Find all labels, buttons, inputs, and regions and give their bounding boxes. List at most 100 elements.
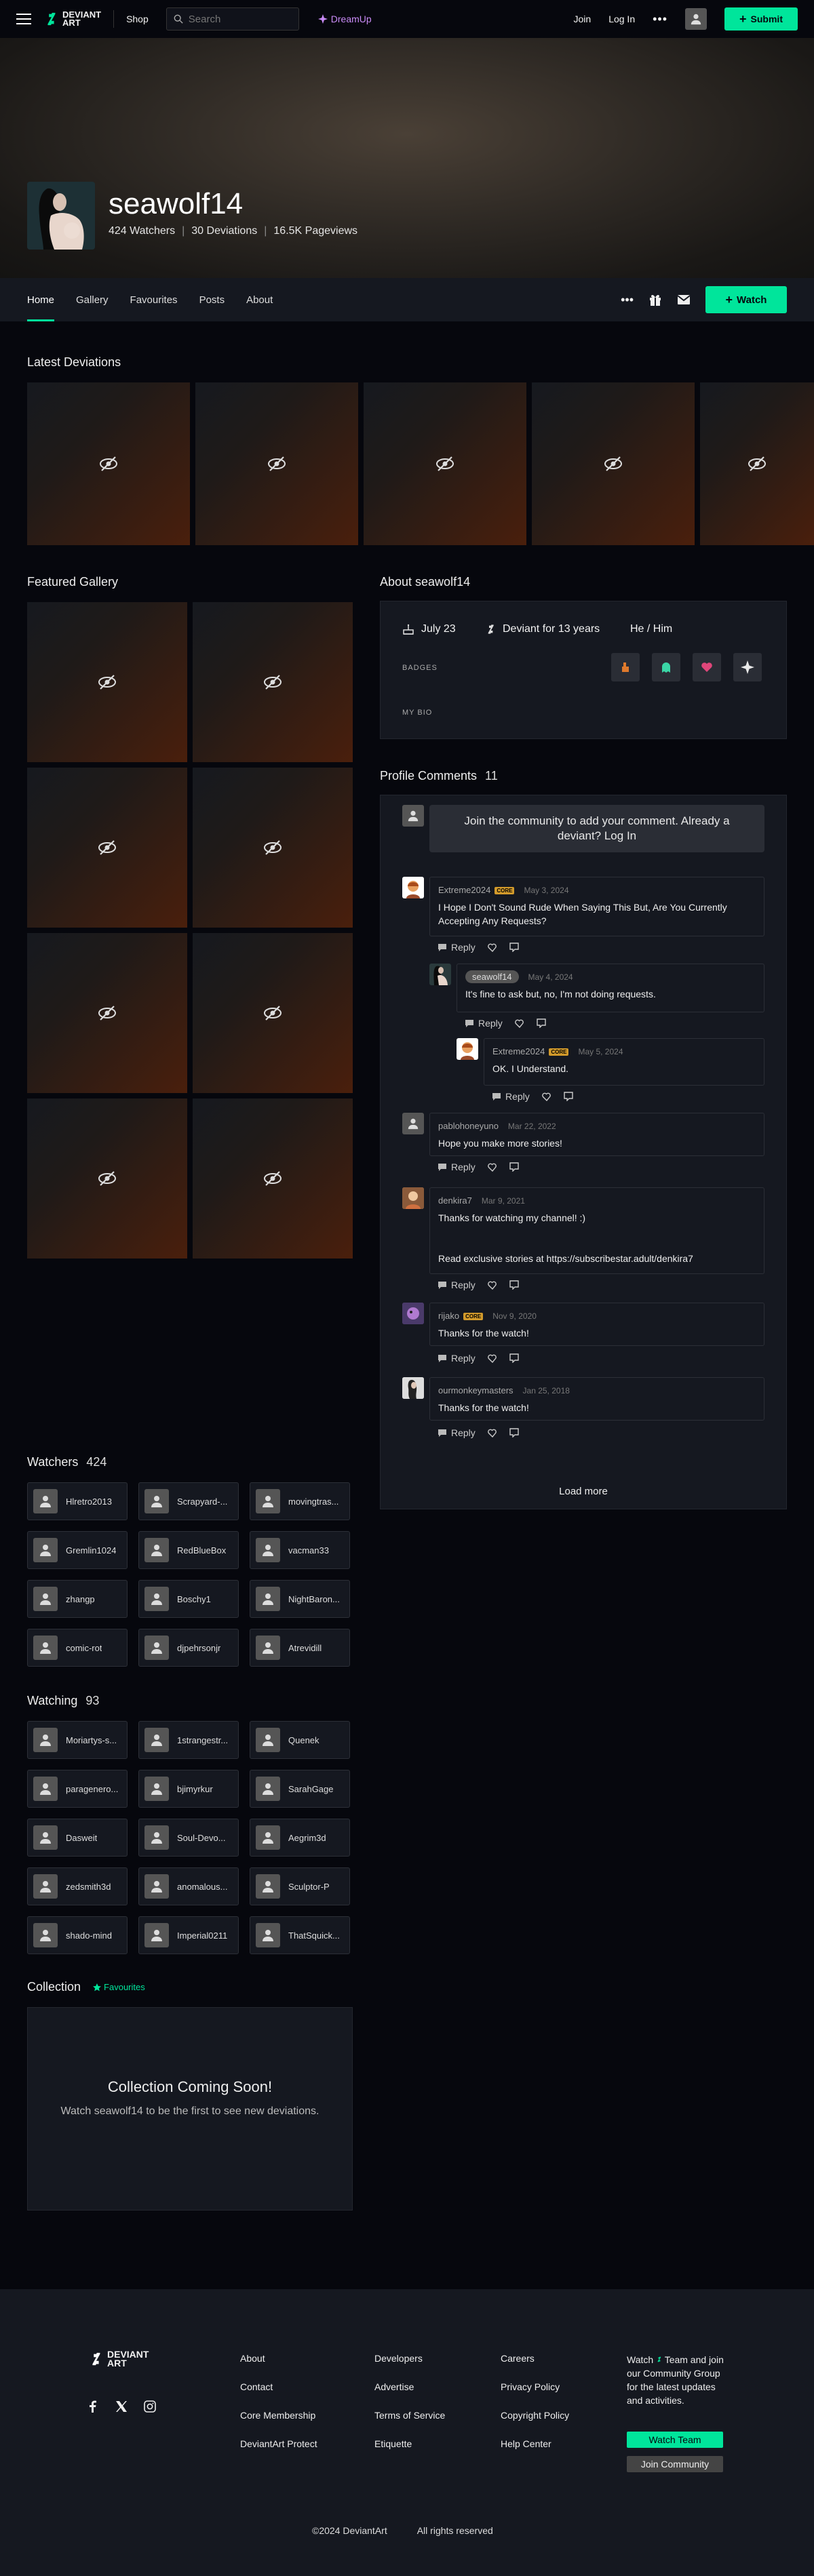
featured-gallery-thumb[interactable] [193,768,353,928]
latest-deviation-thumb[interactable] [364,382,526,545]
user-card[interactable]: djpehrsonjr [138,1629,239,1667]
footer-link-copyright[interactable]: Copyright Policy [501,2410,569,2421]
search-box[interactable] [166,7,299,31]
user-card[interactable]: zhangp [27,1580,128,1618]
footer-link-contact[interactable]: Contact [240,2381,317,2392]
reply-button[interactable]: Reply [438,1280,476,1290]
user-card[interactable]: Sculptor-P [250,1867,350,1905]
featured-gallery-thumb[interactable] [27,933,187,1093]
comment-author[interactable]: denkira7 [438,1195,472,1206]
user-card[interactable]: Scrapyard-... [138,1482,239,1520]
comment-date[interactable]: May 5, 2024 [578,1047,623,1056]
latest-deviation-thumb[interactable] [27,382,190,545]
comment-author[interactable]: ourmonkeymasters [438,1385,513,1395]
comment-date[interactable]: May 4, 2024 [528,972,573,982]
submit-button[interactable]: + Submit [724,7,798,31]
reply-button[interactable]: Reply [438,1162,476,1172]
footer-link-developers[interactable]: Developers [374,2353,445,2364]
user-card[interactable]: RedBlueBox [138,1531,239,1569]
featured-gallery-thumb[interactable] [27,768,187,928]
user-card[interactable]: Gremlin1024 [27,1531,128,1569]
user-card[interactable]: SarahGage [250,1770,350,1808]
deviantart-logo[interactable]: DEVIANT ART [43,10,101,27]
gift-icon[interactable] [648,293,662,306]
shop-link[interactable]: Shop [126,14,149,24]
mail-icon[interactable] [677,294,691,305]
footer-link-core-membership[interactable]: Core Membership [240,2410,317,2421]
commenter-avatar[interactable] [457,1038,478,1060]
reaction-icon[interactable] [509,1162,519,1172]
tab-favourites[interactable]: Favourites [130,278,178,321]
badge-item[interactable] [733,653,762,681]
user-card[interactable]: movingtras... [250,1482,350,1520]
comment-date[interactable]: Nov 9, 2020 [492,1311,537,1321]
commenter-avatar[interactable] [402,1113,424,1134]
load-more-button[interactable]: Load more [381,1486,786,1497]
reaction-icon[interactable] [509,1428,519,1438]
footer-link-careers[interactable]: Careers [501,2353,569,2364]
featured-gallery-thumb[interactable] [193,602,353,762]
heart-icon[interactable] [541,1092,551,1101]
facebook-icon[interactable] [87,2400,99,2413]
user-card[interactable]: bjimyrkur [138,1770,239,1808]
commenter-avatar[interactable] [402,1377,424,1399]
footer-link-help[interactable]: Help Center [501,2438,569,2449]
user-card[interactable]: vacman33 [250,1531,350,1569]
footer-link-terms[interactable]: Terms of Service [374,2410,445,2421]
user-card[interactable]: ThatSquick... [250,1916,350,1954]
comment-date[interactable]: Mar 9, 2021 [482,1196,525,1206]
join-community-button[interactable]: Join Community [627,2456,723,2472]
instagram-icon[interactable] [144,2400,156,2413]
latest-deviation-thumb[interactable] [532,382,695,545]
tab-posts[interactable]: Posts [199,278,225,321]
watch-button[interactable]: + Watch [705,286,787,313]
menu-icon[interactable] [16,14,31,24]
profile-avatar[interactable] [27,182,95,250]
heart-icon[interactable] [487,1354,497,1363]
x-twitter-icon[interactable] [115,2400,128,2413]
user-card[interactable]: comic-rot [27,1629,128,1667]
footer-link-protect[interactable]: DeviantArt Protect [240,2438,317,2449]
reaction-icon[interactable] [509,1280,519,1290]
badge-item[interactable] [652,653,680,681]
badge-item[interactable] [693,653,721,681]
user-card[interactable]: Hlretro2013 [27,1482,128,1520]
reply-button[interactable]: Reply [438,1353,476,1364]
comment-text-link[interactable]: Read exclusive stories at https://subscr… [438,1252,756,1265]
heart-icon[interactable] [514,1019,524,1028]
user-card[interactable]: shado-mind [27,1916,128,1954]
commenter-avatar[interactable] [429,964,451,985]
heart-icon[interactable] [487,1429,497,1438]
user-card[interactable]: Aegrim3d [250,1819,350,1857]
commenter-avatar[interactable] [402,1303,424,1324]
featured-gallery-thumb[interactable] [27,602,187,762]
commenter-avatar[interactable] [402,1187,424,1209]
heart-icon[interactable] [487,1281,497,1290]
latest-deviation-thumb[interactable] [700,382,814,545]
footer-logo[interactable]: DEVIANT ART [88,2350,149,2368]
user-card[interactable]: zedsmith3d [27,1867,128,1905]
footer-link-privacy[interactable]: Privacy Policy [501,2381,569,2392]
user-card[interactable]: Boschy1 [138,1580,239,1618]
footer-link-advertise[interactable]: Advertise [374,2381,445,2392]
login-link[interactable]: Log In [608,14,635,24]
featured-gallery-thumb[interactable] [193,933,353,1093]
favourites-link[interactable]: Favourites [93,1982,145,1992]
comment-author[interactable]: Extreme2024 [492,1046,545,1056]
user-card[interactable]: Imperial0211 [138,1916,239,1954]
tab-about[interactable]: About [246,278,273,321]
user-card[interactable]: 1strangestr... [138,1721,239,1759]
user-card[interactable]: Quenek [250,1721,350,1759]
reaction-icon[interactable] [564,1092,573,1101]
badge-item[interactable] [611,653,640,681]
more-icon[interactable]: ••• [653,12,667,26]
user-card[interactable]: NightBaron... [250,1580,350,1618]
user-card[interactable]: anomalous... [138,1867,239,1905]
commenter-avatar[interactable] [402,877,424,898]
watch-team-button[interactable]: Watch Team [627,2432,723,2448]
tab-gallery[interactable]: Gallery [76,278,109,321]
heart-icon[interactable] [487,943,497,952]
footer-link-about[interactable]: About [240,2353,317,2364]
comment-date[interactable]: Jan 25, 2018 [523,1386,570,1395]
footer-link-etiquette[interactable]: Etiquette [374,2438,445,2449]
